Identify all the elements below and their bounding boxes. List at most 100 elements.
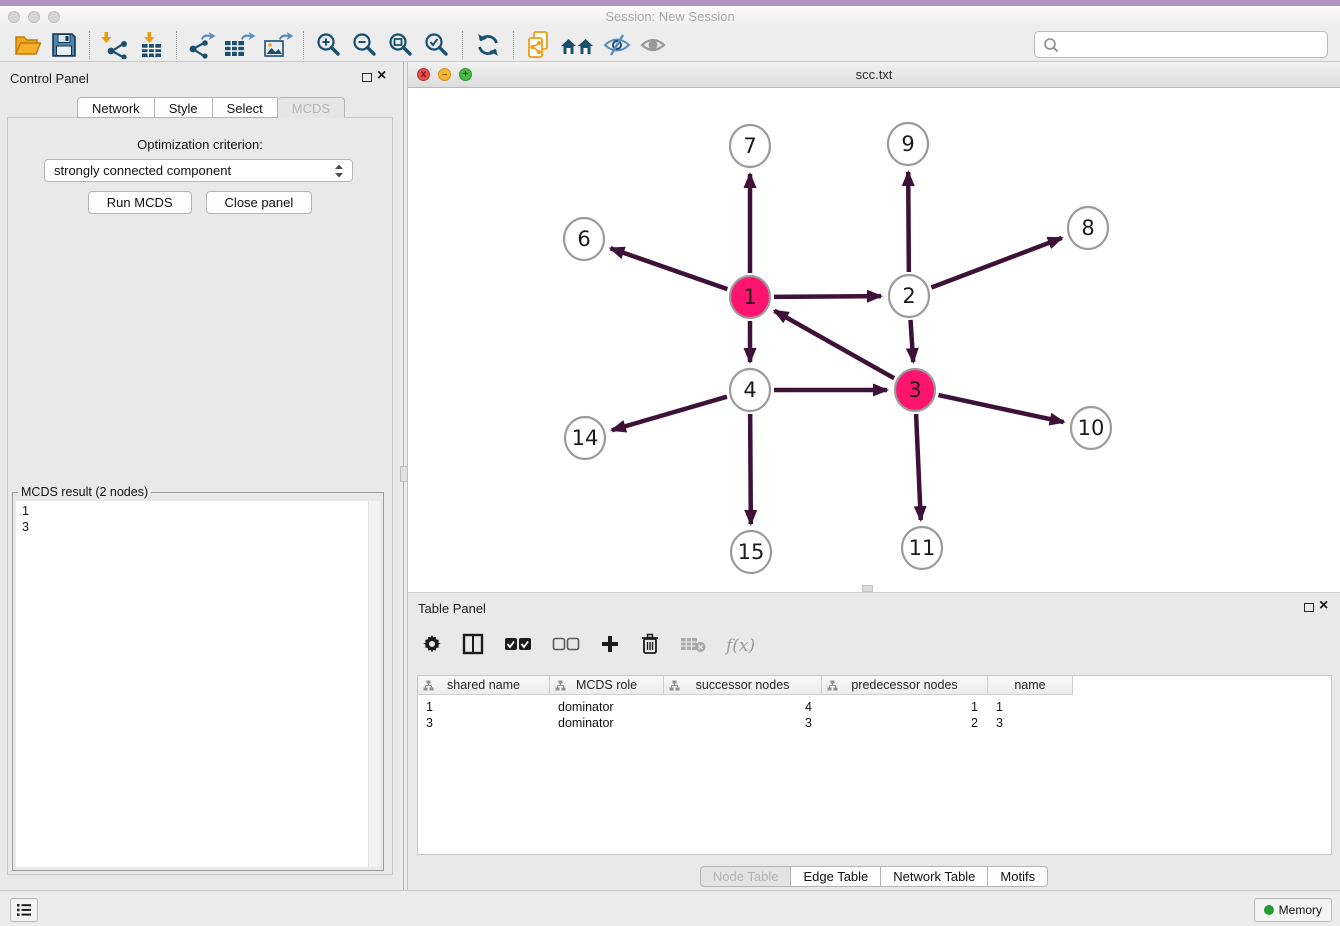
memory-status-icon [1264, 905, 1274, 915]
edge-3-10[interactable] [938, 395, 1063, 422]
mcds-result-text[interactable]: 1 3 [16, 501, 380, 867]
toolbar-separator [176, 31, 177, 59]
edge-2-9[interactable] [908, 172, 909, 272]
node-label-8: 8 [1081, 216, 1094, 240]
export-network-icon[interactable] [184, 29, 220, 61]
refresh-layout-icon[interactable] [470, 29, 506, 61]
tab-edge-table[interactable]: Edge Table [791, 866, 881, 887]
optimization-criterion-dropdown[interactable]: strongly connected component [44, 159, 353, 182]
column-header-mcds-role[interactable]: MCDS role [550, 676, 664, 695]
show-columns-icon[interactable] [462, 633, 484, 660]
toolbar-separator [462, 31, 463, 59]
close-panel-icon[interactable]: × [377, 66, 386, 86]
float-table-panel-icon[interactable] [1304, 603, 1314, 612]
node-label-2: 2 [902, 284, 915, 308]
splitter-grip[interactable] [400, 466, 408, 482]
toolbar-separator [303, 31, 304, 59]
import-network-icon[interactable] [97, 29, 133, 61]
search-box[interactable] [1034, 31, 1328, 58]
panel-splitter-vertical[interactable] [400, 62, 408, 890]
tab-select[interactable]: Select [213, 97, 278, 118]
select-all-checkboxes-icon[interactable] [504, 637, 532, 656]
node-label-1: 1 [743, 285, 756, 309]
table-row[interactable]: 1 dominator 4 1 1 [418, 699, 1073, 715]
edge-4-15[interactable] [750, 414, 751, 524]
run-mcds-button[interactable]: Run MCDS [88, 191, 192, 214]
node-label-6: 6 [577, 227, 590, 251]
import-table-icon[interactable] [133, 29, 169, 61]
network-view-window: x – + scc.txt 1234678910111415 [408, 62, 1340, 592]
node-label-7: 7 [743, 134, 756, 158]
tab-network-table[interactable]: Network Table [881, 866, 988, 887]
column-header-name[interactable]: name [988, 676, 1073, 695]
status-bar: Memory [0, 890, 1340, 926]
toolbar-separator [89, 31, 90, 59]
table-header-row: shared name MCDS role successor nodes pr… [418, 676, 1073, 695]
main-toolbar [0, 28, 1340, 62]
toolbar-separator [513, 31, 514, 59]
zoom-out-icon[interactable] [347, 29, 383, 61]
optimization-criterion-label: Optimization criterion: [0, 137, 400, 152]
table-row[interactable]: 3 dominator 3 2 3 [418, 715, 1073, 731]
first-neighbors-icon[interactable] [557, 29, 599, 61]
column-header-shared-name[interactable]: shared name [418, 676, 550, 695]
node-label-9: 9 [901, 132, 914, 156]
search-icon [1041, 36, 1063, 54]
function-builder-icon: f(x) [726, 636, 755, 656]
edge-2-8[interactable] [931, 238, 1061, 288]
tab-node-table[interactable]: Node Table [700, 866, 792, 887]
edge-3-1[interactable] [774, 311, 894, 378]
add-column-icon[interactable] [600, 634, 620, 659]
control-panel-tabs: Network Style Select MCDS [77, 97, 345, 118]
zoom-fit-icon[interactable] [383, 29, 419, 61]
hide-selected-eye-slash-icon[interactable] [599, 29, 635, 61]
export-image-icon[interactable] [260, 29, 296, 61]
float-panel-icon[interactable] [362, 73, 372, 82]
tab-style[interactable]: Style [155, 97, 213, 118]
network-canvas[interactable]: 1234678910111415 [408, 88, 1340, 592]
export-table-icon[interactable] [220, 29, 260, 61]
open-folder-icon[interactable] [10, 29, 46, 61]
search-input[interactable] [1063, 34, 1327, 56]
delete-column-trash-icon[interactable] [640, 633, 660, 660]
node-label-14: 14 [572, 426, 599, 450]
memory-label: Memory [1279, 903, 1322, 917]
mcds-result-scrollbar[interactable] [368, 501, 380, 867]
control-panel: Control Panel × Network Style Select MCD… [0, 62, 400, 890]
settings-gear-icon[interactable] [422, 634, 442, 659]
edge-4-14[interactable] [612, 397, 727, 430]
tab-network[interactable]: Network [77, 97, 155, 118]
close-panel-button[interactable]: Close panel [206, 191, 313, 214]
clone-network-icon[interactable] [521, 29, 557, 61]
column-header-predecessor-nodes[interactable]: predecessor nodes [822, 676, 988, 695]
column-header-successor-nodes[interactable]: successor nodes [664, 676, 822, 695]
deselect-all-checkboxes-icon[interactable] [552, 637, 580, 656]
tab-motifs[interactable]: Motifs [988, 866, 1048, 887]
mcds-result-fieldset: MCDS result (2 nodes) 1 3 [12, 492, 384, 871]
edge-2-3[interactable] [911, 320, 914, 362]
panel-splitter-horizontal-grip[interactable] [862, 585, 873, 592]
tab-mcds[interactable]: MCDS [278, 97, 345, 118]
zoom-in-icon[interactable] [311, 29, 347, 61]
node-label-15: 15 [738, 540, 765, 564]
list-icon [16, 903, 32, 917]
edge-1-6[interactable] [610, 248, 727, 289]
memory-button[interactable]: Memory [1254, 898, 1332, 922]
zoom-selected-icon[interactable] [419, 29, 455, 61]
save-session-icon[interactable] [46, 29, 82, 61]
mcds-result-title: MCDS result (2 nodes) [18, 485, 151, 499]
window-title: Session: New Session [0, 9, 1340, 24]
edge-3-11[interactable] [916, 414, 921, 520]
network-window-titlebar[interactable]: x – + scc.txt [408, 62, 1340, 88]
control-panel-title: Control Panel [10, 71, 89, 86]
dropdown-value: strongly connected component [45, 163, 333, 178]
node-label-3: 3 [908, 378, 921, 402]
table-panel-tabs: Node Table Edge Table Network Table Moti… [408, 866, 1340, 887]
table-panel: Table Panel × f(x) shared name MCDS role [408, 592, 1340, 890]
edge-1-2[interactable] [774, 296, 881, 297]
task-history-button[interactable] [10, 898, 38, 922]
show-all-eye-icon[interactable] [635, 29, 671, 61]
node-label-4: 4 [743, 378, 756, 402]
close-table-panel-icon[interactable]: × [1319, 596, 1328, 616]
node-table[interactable]: shared name MCDS role successor nodes pr… [417, 675, 1332, 855]
